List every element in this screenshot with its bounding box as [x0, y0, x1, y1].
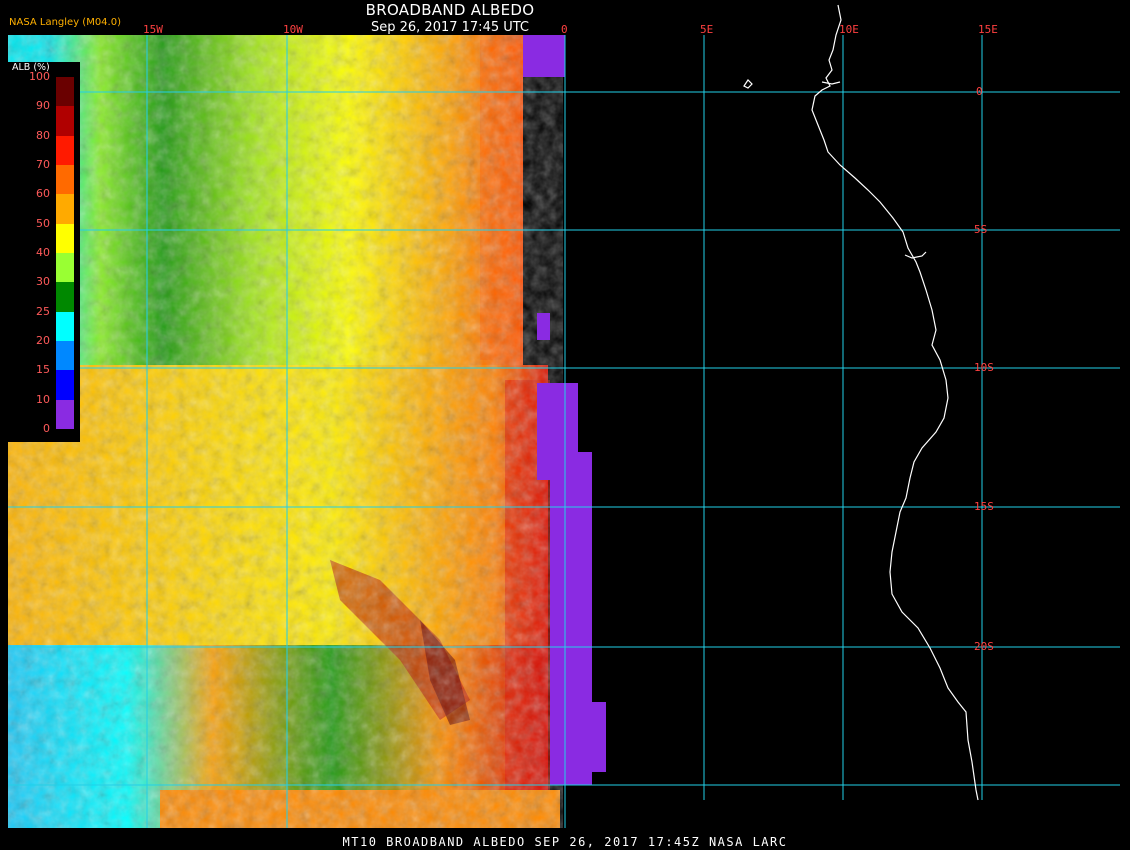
legend-swatch — [56, 223, 74, 254]
legend-swatch — [56, 77, 74, 107]
legend-swatch — [56, 399, 74, 430]
latitude-label: 5S — [974, 223, 988, 236]
longitude-label: 10E — [839, 23, 859, 36]
longitude-label: 0 — [561, 23, 568, 36]
latitude-label: 15S — [974, 500, 994, 513]
legend-swatch — [56, 106, 74, 137]
legend-tick-label: 15 — [36, 363, 50, 377]
longitude-label: 5E — [700, 23, 714, 36]
legend-tick-label: 70 — [36, 158, 50, 171]
legend-tick-label: 90 — [36, 99, 50, 113]
legend-tick-label: 0 — [43, 422, 50, 435]
albedo-map — [8, 4, 1120, 828]
latitude-label: 20S — [974, 640, 994, 653]
legend-swatch — [56, 341, 74, 371]
legend-swatch — [56, 135, 74, 166]
legend-swatch — [56, 370, 74, 401]
legend-tick-label: 20 — [36, 334, 50, 347]
coastline — [743, 4, 979, 801]
legend-swatch — [56, 282, 74, 313]
legend-tick-label: 80 — [36, 128, 50, 142]
latitude-label: 0 — [976, 85, 983, 98]
legend-swatch — [56, 253, 74, 283]
legend-tick-label: 60 — [36, 187, 50, 201]
legend-tick-label: 30 — [36, 275, 50, 289]
cloud-field — [8, 35, 563, 828]
legend-tick-label: 100 — [29, 70, 50, 83]
legend-swatch — [56, 165, 74, 195]
longitude-label: 15E — [978, 23, 998, 36]
legend-tick-label: 10 — [36, 392, 50, 406]
legend-swatch — [56, 194, 74, 225]
map-timestamp: Sep 26, 2017 17:45 UTC — [370, 20, 530, 35]
legend-tick-label: 40 — [36, 246, 50, 259]
latitude-label: 10S — [974, 361, 994, 374]
longitude-label: 15W — [143, 23, 163, 36]
legend-tick-label: 25 — [36, 304, 50, 318]
source-label: NASA Langley (M04.0) — [9, 17, 121, 28]
footer-caption: MT10 BROADBAND ALBEDO SEP 26, 2017 17:45… — [342, 835, 788, 849]
longitude-label: 10W — [283, 23, 303, 36]
legend-tick-label: 50 — [36, 216, 50, 230]
map-title: BROADBAND ALBEDO — [365, 1, 535, 19]
legend-swatch — [56, 311, 74, 342]
